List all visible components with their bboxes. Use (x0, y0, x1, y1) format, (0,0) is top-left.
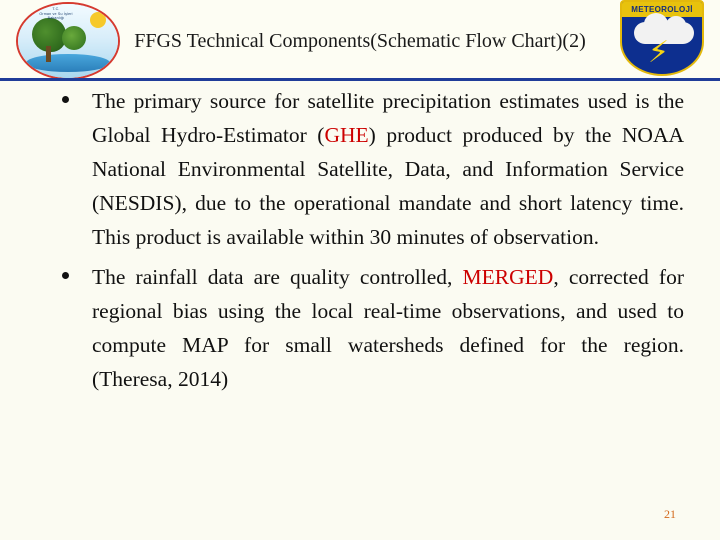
bullet-list: The primary source for satellite precipi… (0, 84, 720, 396)
list-item: The rainfall data are quality controlled… (0, 260, 720, 396)
slide-header: T.C. Orman ve Su İşleri Bakanlığı FFGS Tec… (0, 0, 720, 81)
page-title: FFGS Technical Components(Schematic Flow… (134, 30, 586, 52)
page-number: 21 (664, 507, 676, 521)
logo-sun-icon (90, 12, 106, 28)
bullet-text: The primary source for satellite precipi… (92, 89, 684, 249)
right-meteorology-logo: METEOROLOJİ ⚡ (620, 0, 704, 78)
bullet-text: The rainfall data are quality controlled… (92, 265, 684, 391)
logo-left-caption: T.C. Orman ve Su İşleri Bakanlığı (39, 7, 73, 21)
logo-water-shape (26, 54, 110, 72)
bolt-glyph: ⚡ (648, 35, 670, 70)
bullet-marker-icon (62, 96, 69, 103)
accent-term: GHE (324, 123, 369, 147)
list-item: The primary source for satellite precipi… (0, 84, 720, 254)
body-text-run: The rainfall data are quality controlled… (92, 265, 463, 289)
shield-icon: METEOROLOJİ ⚡ (620, 0, 704, 76)
slide-body: The primary source for satellite precipi… (0, 84, 720, 396)
bullet-marker-icon (62, 272, 69, 279)
accent-term: MERGED (462, 265, 554, 289)
header-divider (0, 78, 720, 81)
